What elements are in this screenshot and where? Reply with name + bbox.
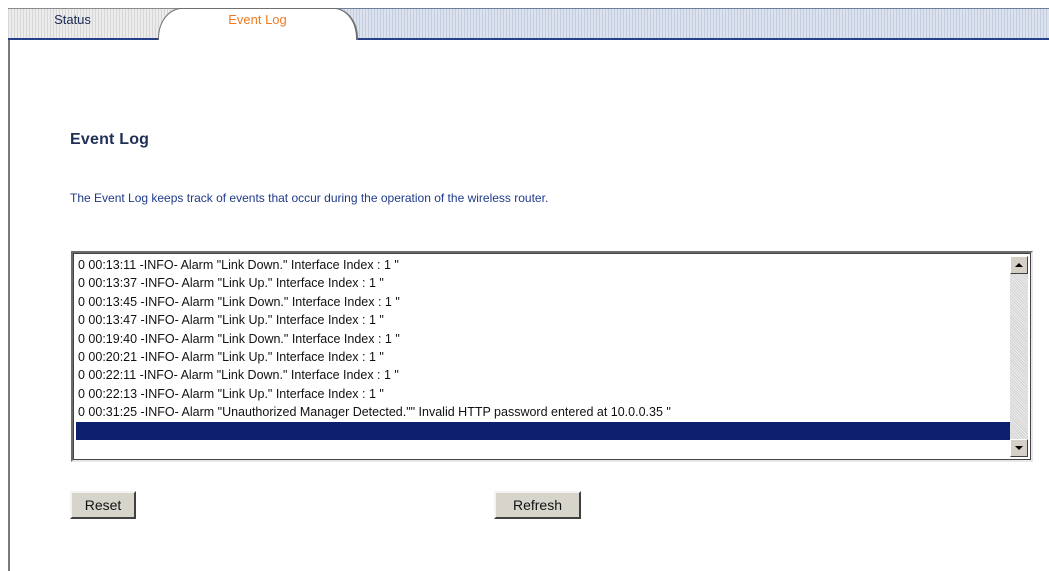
event-log-listbox[interactable]: 0 00:13:11 -INFO- Alarm "Link Down." Int… xyxy=(71,251,1033,462)
triangle-up-icon xyxy=(1015,263,1023,267)
page-description: The Event Log keeps track of events that… xyxy=(70,191,549,205)
log-entry[interactable]: 0 00:13:47 -INFO- Alarm "Link Up." Inter… xyxy=(76,311,1010,329)
refresh-button[interactable]: Refresh xyxy=(494,491,581,519)
log-entry[interactable]: 0 00:20:21 -INFO- Alarm "Link Up." Inter… xyxy=(76,348,1010,366)
log-entry[interactable]: 0 00:19:40 -INFO- Alarm "Link Down." Int… xyxy=(76,330,1010,348)
log-entry[interactable]: 0 00:31:25 -INFO- Alarm "Unauthorized Ma… xyxy=(76,403,1010,421)
page-left-border xyxy=(8,20,10,571)
log-entry[interactable]: 0 00:13:11 -INFO- Alarm "Link Down." Int… xyxy=(76,256,1010,274)
log-entry[interactable]: 0 00:13:37 -INFO- Alarm "Link Up." Inter… xyxy=(76,274,1010,292)
tab-event-log[interactable]: Event Log xyxy=(158,8,358,40)
tab-bar: Status Event Log xyxy=(8,0,1049,44)
log-entry[interactable] xyxy=(76,421,1010,440)
scroll-up-button[interactable] xyxy=(1010,256,1028,274)
reset-button[interactable]: Reset xyxy=(70,491,136,519)
log-entry[interactable]: 0 00:13:45 -INFO- Alarm "Link Down." Int… xyxy=(76,293,1010,311)
log-entry[interactable]: 0 00:22:11 -INFO- Alarm "Link Down." Int… xyxy=(76,366,1010,384)
log-entry[interactable]: 0 00:22:13 -INFO- Alarm "Link Up." Inter… xyxy=(76,385,1010,403)
triangle-down-icon xyxy=(1015,446,1023,450)
log-scrollbar[interactable] xyxy=(1010,256,1028,457)
page-title: Event Log xyxy=(70,131,150,148)
event-log-list[interactable]: 0 00:13:11 -INFO- Alarm "Link Down." Int… xyxy=(76,256,1010,457)
scroll-down-button[interactable] xyxy=(1010,439,1028,457)
